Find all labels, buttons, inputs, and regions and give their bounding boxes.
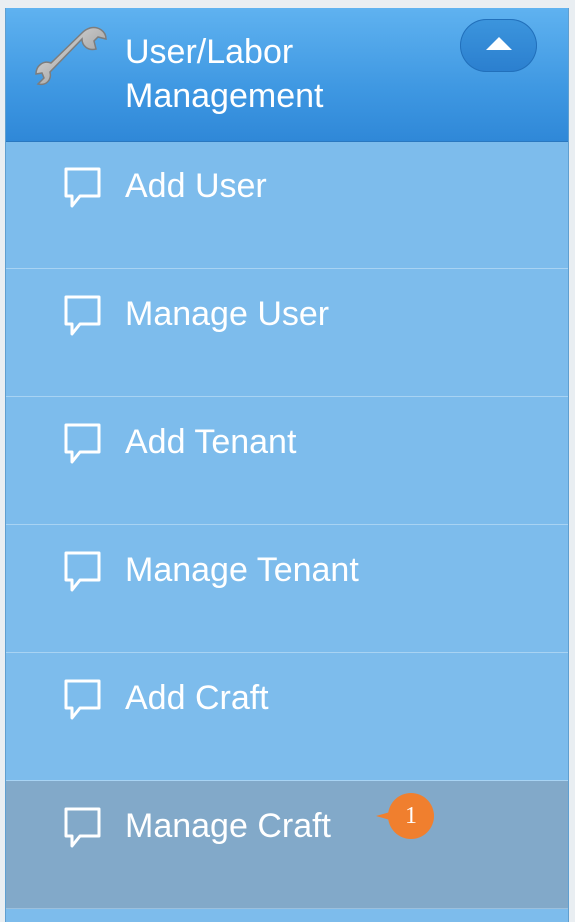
sidebar-panel: User/Labor Management Add User Manage Us… (5, 8, 569, 922)
section-header[interactable]: User/Labor Management (6, 8, 568, 142)
chat-bubble-icon (64, 551, 101, 592)
menu-item-label: Manage User (125, 295, 330, 333)
menu-item-add-craft[interactable]: Add Craft (6, 653, 568, 781)
chat-bubble-icon (64, 167, 101, 208)
caret-up-icon (486, 37, 512, 50)
next-menu-item-edge (6, 912, 568, 922)
collapse-button[interactable] (460, 19, 537, 72)
app-frame: User/Labor Management Add User Manage Us… (0, 0, 575, 922)
menu-item-add-user[interactable]: Add User (6, 141, 568, 269)
chat-bubble-icon (64, 295, 101, 336)
chat-bubble-icon (64, 423, 101, 464)
chat-bubble-icon (64, 679, 101, 720)
annotation-badge: 1 (388, 793, 434, 839)
wrench-icon (35, 26, 107, 86)
menu-item-label: Add User (125, 167, 267, 205)
menu-item-add-tenant[interactable]: Add Tenant (6, 397, 568, 525)
menu-item-manage-user[interactable]: Manage User (6, 269, 568, 397)
menu-item-label: Add Craft (125, 679, 269, 717)
chat-bubble-icon (64, 807, 101, 848)
menu-item-label: Manage Craft (125, 807, 331, 845)
menu-item-label: Add Tenant (125, 423, 297, 461)
menu-item-label: Manage Tenant (125, 551, 359, 589)
section-title: User/Labor Management (125, 33, 324, 115)
menu-item-manage-tenant[interactable]: Manage Tenant (6, 525, 568, 653)
menu-item-manage-craft[interactable]: Manage Craft (6, 781, 568, 909)
